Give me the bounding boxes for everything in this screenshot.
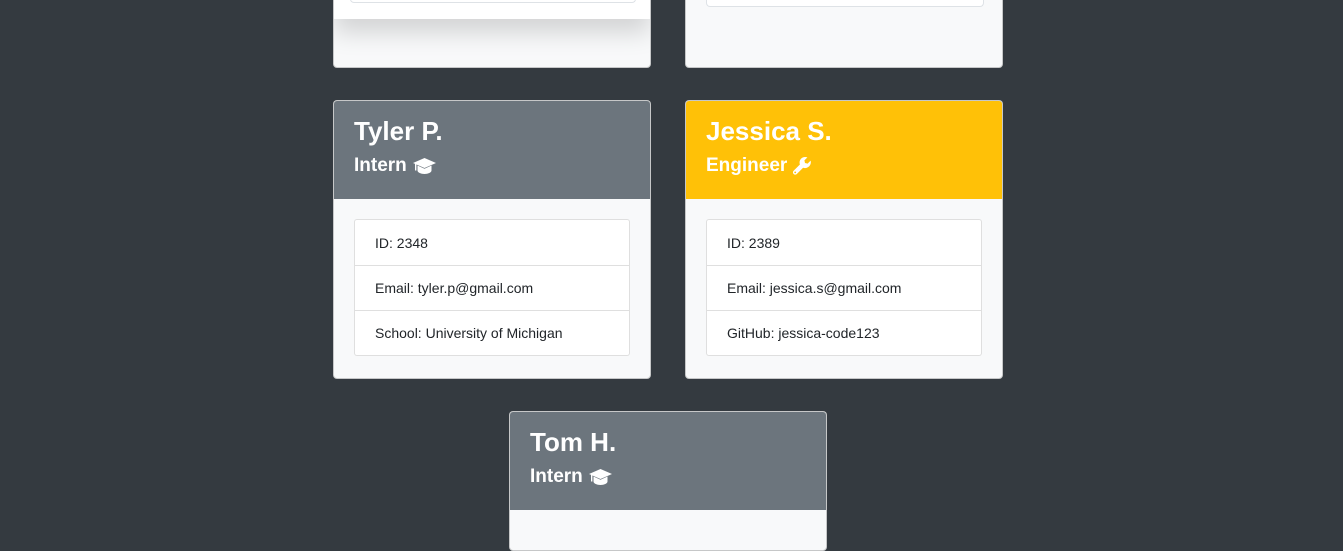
list-item-id: ID: 2348 xyxy=(375,234,428,251)
card-header: Tyler P. Intern xyxy=(334,101,650,199)
graduation-cap-icon xyxy=(412,157,437,175)
graduation-cap-icon xyxy=(588,468,613,486)
wrench-icon xyxy=(792,156,812,176)
role-label: Engineer xyxy=(706,155,788,176)
employee-name: Tyler P. xyxy=(354,116,443,146)
employee-details-list: ID: 2348 Email: tyler.p@gmail.com School… xyxy=(354,219,630,356)
employee-role: Intern xyxy=(530,464,806,490)
employee-card-jessica: Jessica S. Engineer ID: 2389 Email: jess… xyxy=(685,100,1003,379)
employee-card-tyler: Tyler P. Intern ID: 2348 Email: tyler.p@… xyxy=(333,100,651,379)
list-item-school: School: University of Michigan xyxy=(355,310,629,355)
employee-card-tom: Tom H. Intern xyxy=(509,411,827,551)
list-item xyxy=(350,0,636,3)
list-item xyxy=(706,0,984,7)
list-item-email[interactable]: Email: jessica.s@gmail.com xyxy=(707,265,981,310)
employee-role: Engineer xyxy=(706,153,982,179)
employee-card-partial-right xyxy=(685,0,1003,68)
card-header: Tom H. Intern xyxy=(510,412,826,510)
employee-details-list: ID: 2389 Email: jessica.s@gmail.com GitH… xyxy=(706,219,982,356)
employee-role: Intern xyxy=(354,153,630,179)
list-item-email[interactable]: Email: tyler.p@gmail.com xyxy=(355,265,629,310)
list-item-github[interactable]: GitHub: jessica-code123 xyxy=(707,310,981,355)
card-header: Jessica S. Engineer xyxy=(686,101,1002,199)
employee-card-partial-left xyxy=(333,0,651,68)
employee-name: Jessica S. xyxy=(706,116,832,146)
list-item-id: ID: 2389 xyxy=(727,234,780,251)
role-label: Intern xyxy=(354,155,407,176)
employee-name: Tom H. xyxy=(530,427,617,457)
role-label: Intern xyxy=(530,466,583,487)
